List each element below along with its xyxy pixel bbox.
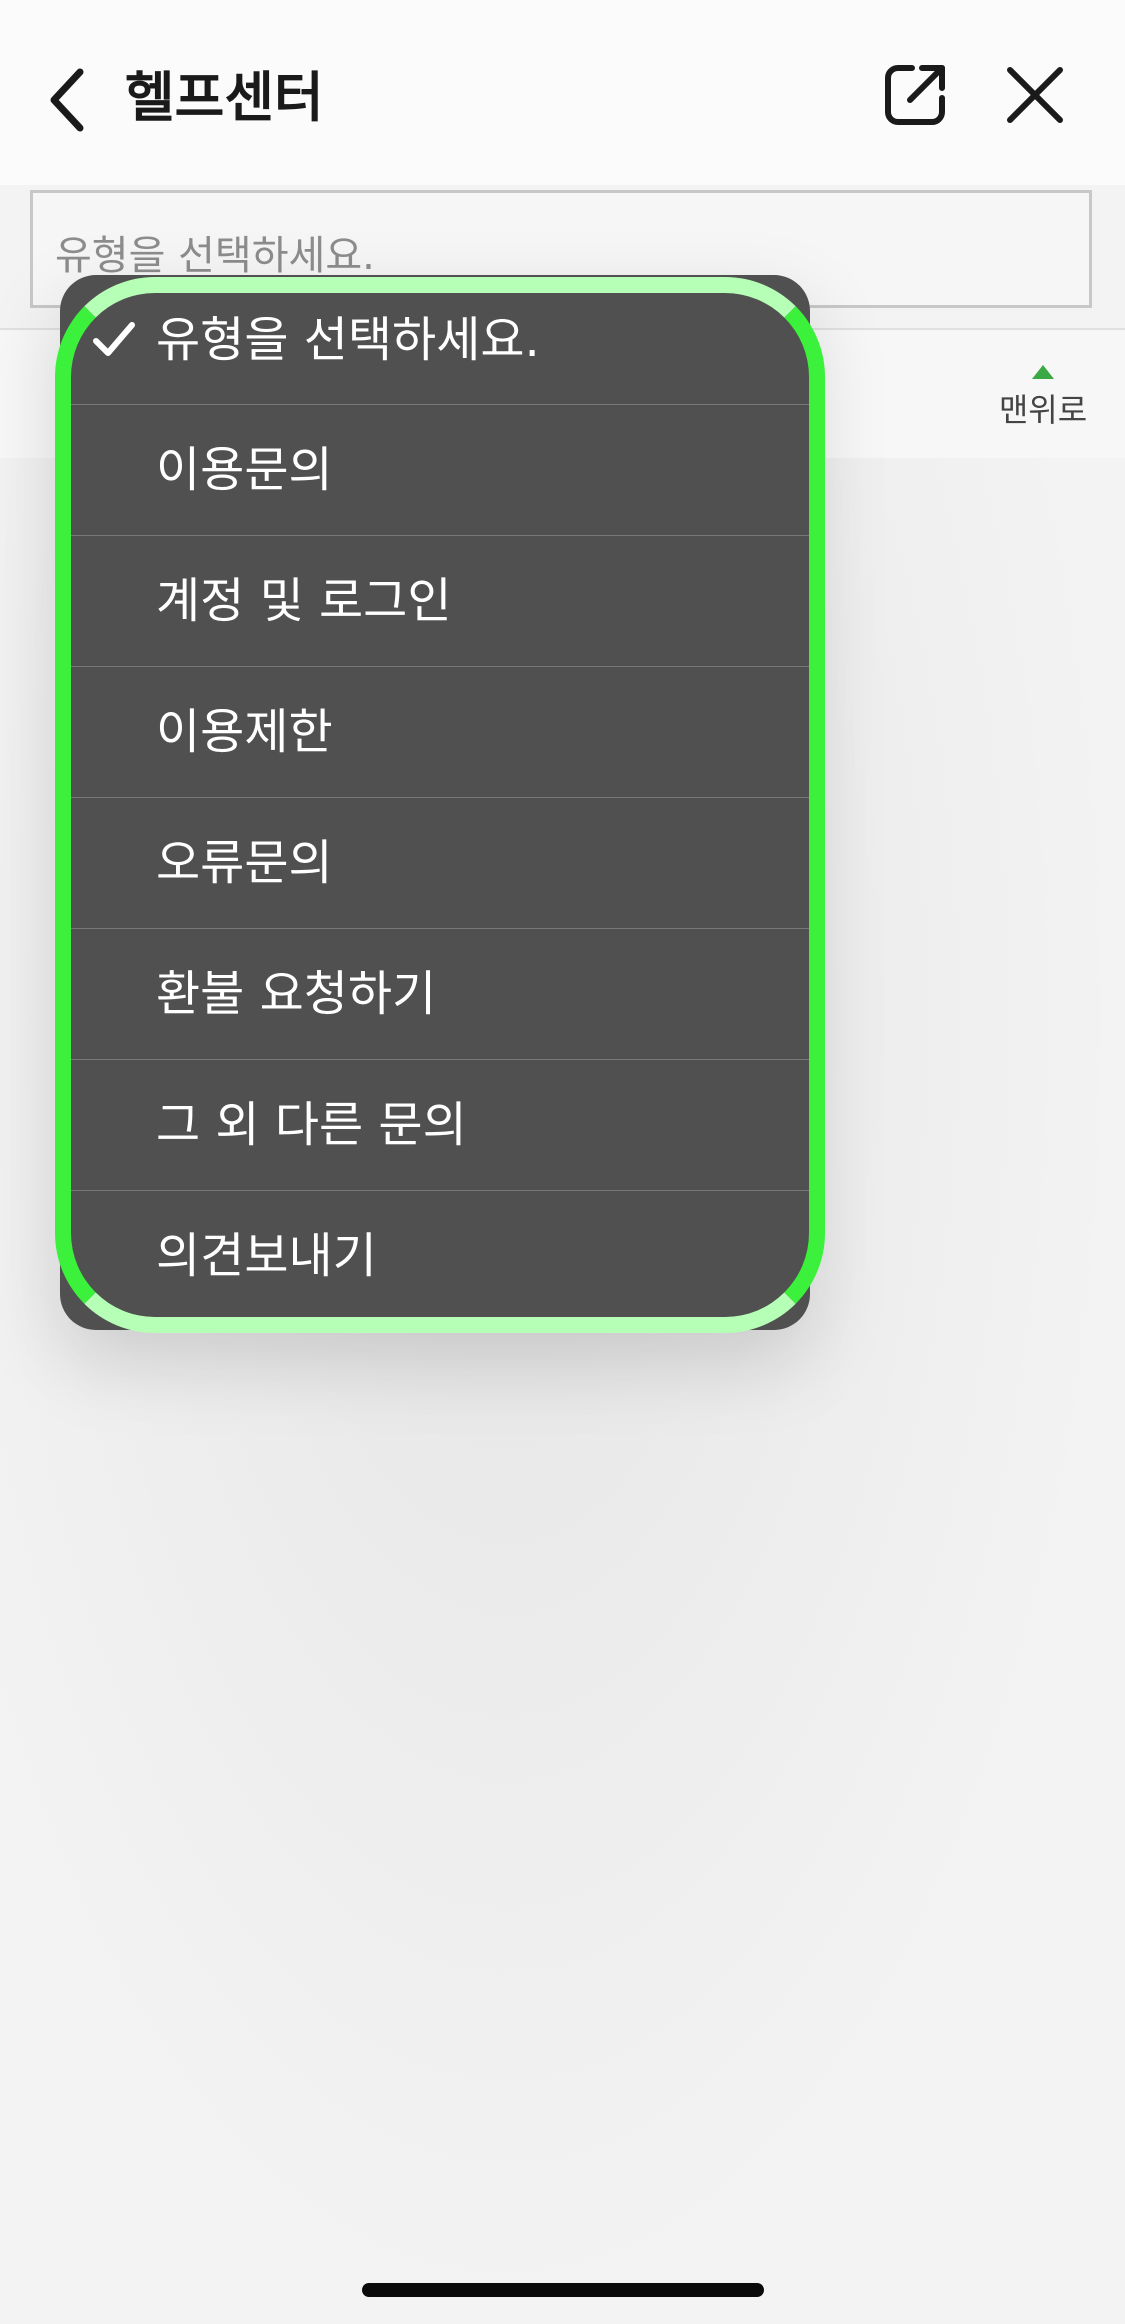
scroll-to-top-button[interactable]: 맨위로	[993, 365, 1093, 431]
dropdown-option-usage-restriction[interactable]: 이용제한	[60, 667, 810, 798]
type-select-placeholder: 유형을 선택하세요.	[55, 233, 375, 279]
type-dropdown-menu: 유형을 선택하세요. 이용문의 계정 및 로그인 이용제한 오류문의 환불 요청…	[60, 275, 810, 1330]
dropdown-option-label: 그 외 다른 문의	[156, 1097, 467, 1153]
check-icon	[93, 322, 135, 356]
dropdown-option-send-feedback[interactable]: 의견보내기	[60, 1191, 810, 1322]
dropdown-option-label: 계정 및 로그인	[156, 573, 452, 629]
dropdown-option-account-login[interactable]: 계정 및 로그인	[60, 536, 810, 667]
dropdown-option-label: 의견보내기	[156, 1228, 377, 1284]
page-title: 헬프센터	[125, 66, 324, 129]
scroll-to-top-label: 맨위로	[998, 391, 1088, 429]
dropdown-option-other-inquiry[interactable]: 그 외 다른 문의	[60, 1060, 810, 1191]
header-bar: 헬프센터	[0, 0, 1125, 185]
dropdown-option-label: 유형을 선택하세요.	[156, 312, 540, 368]
external-link-icon[interactable]	[880, 60, 950, 130]
dropdown-option-error-inquiry[interactable]: 오류문의	[60, 798, 810, 929]
close-icon[interactable]	[1000, 60, 1070, 130]
dropdown-option-label: 오류문의	[156, 835, 333, 891]
dropdown-option-placeholder[interactable]: 유형을 선택하세요.	[60, 275, 810, 405]
dropdown-option-label: 이용제한	[156, 704, 333, 760]
dropdown-option-usage-inquiry[interactable]: 이용문의	[60, 405, 810, 536]
home-indicator[interactable]	[362, 2283, 764, 2297]
dropdown-option-refund-request[interactable]: 환불 요청하기	[60, 929, 810, 1060]
dropdown-option-label: 환불 요청하기	[156, 966, 437, 1022]
back-button[interactable]	[40, 62, 96, 138]
dropdown-option-label: 이용문의	[156, 442, 333, 498]
arrow-up-icon	[1032, 365, 1054, 379]
